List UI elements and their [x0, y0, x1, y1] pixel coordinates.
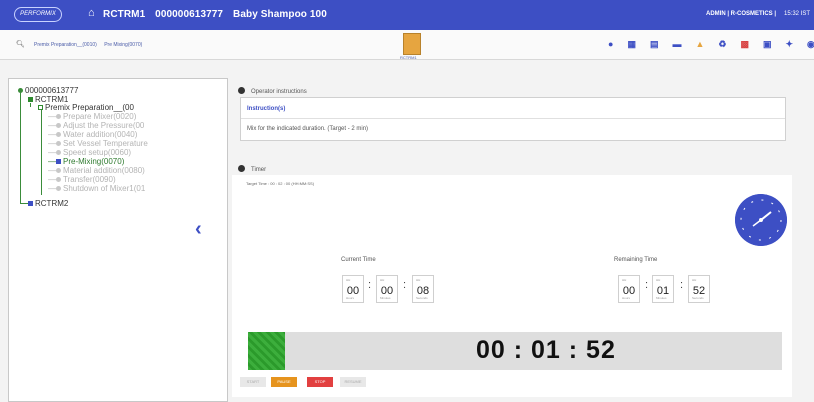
current-minutes: HH 00 Minutes	[376, 275, 398, 303]
tree-step-active[interactable]: — Pre-Mixing(0070)	[48, 157, 124, 166]
breadcrumb-phase[interactable]: Premix Preparation__(0010)	[34, 42, 97, 48]
stop-button[interactable]: STOP	[307, 377, 333, 387]
pin-icon[interactable]: ✦	[786, 39, 794, 50]
tree-step-label: Material addition(0080)	[63, 166, 145, 175]
tree-step-label: Adjust the Pressure(00	[63, 121, 145, 130]
tree-step[interactable]: — Material addition(0080)	[48, 166, 145, 175]
operator-section-header[interactable]: Operator instructions	[238, 87, 307, 95]
remaining-seconds: HH 52 Seconds	[688, 275, 710, 303]
title-order: 000000613777	[155, 9, 224, 20]
tree-step-label: Shutdown of Mixer1(01	[63, 184, 146, 193]
tree-step[interactable]: — Transfer(0090)	[48, 175, 116, 184]
home-icon[interactable]: ⌂	[88, 7, 95, 19]
toolbar-icons: ● ▦ ▤ ▬ ▲ ♻ ▩ ▣ ✦ ◉	[608, 39, 814, 50]
card-icon[interactable]: ▬	[672, 39, 681, 50]
current-time-label: Current Time	[341, 257, 376, 263]
timer-section-header[interactable]: Timer	[238, 165, 266, 173]
instruction-divider	[241, 118, 785, 119]
start-icon[interactable]: ●	[608, 39, 613, 50]
search-icon[interactable]: 🔍︎	[16, 40, 25, 48]
progress-fill	[248, 332, 286, 370]
tree-step[interactable]: — Water addition(0040)	[48, 130, 137, 139]
tree-order-label: 000000613777	[25, 86, 79, 95]
document-icon[interactable]: ▤	[650, 39, 659, 50]
start-button[interactable]: START	[240, 377, 266, 387]
current-hours: HH 00 Hours	[342, 275, 364, 303]
top-header: PERFORMIX ⌂ RCTRM1 000000613777 Baby Sha…	[0, 0, 814, 30]
tree-step[interactable]: — Adjust the Pressure(00	[48, 121, 144, 130]
app-logo[interactable]: PERFORMIX	[14, 7, 62, 22]
tree-step-label: Set Vessel Temperature	[63, 139, 148, 148]
tree-step-label: Pre-Mixing(0070)	[63, 157, 125, 166]
instruction-box: Instruction(s) Mix for the indicated dur…	[240, 97, 786, 141]
collapse-dot-icon	[238, 87, 245, 94]
tree-order[interactable]: 000000613777	[18, 86, 78, 95]
tree-step-label: Prepare Mixer(0020)	[63, 112, 137, 121]
title-product: Baby Shampoo 100	[233, 9, 327, 20]
info-icon[interactable]: ◉	[807, 39, 814, 50]
warning-icon[interactable]: ▲	[695, 39, 704, 50]
equipment-button[interactable]	[403, 33, 421, 55]
user-info[interactable]: ADMIN | R-COSMETICS |	[706, 11, 776, 17]
remaining-time-display: 00 : 01 : 52	[476, 336, 616, 364]
tree-step-label: Speed setup(0060)	[63, 148, 132, 157]
tree-phase-label: Premix Preparation__(00	[45, 103, 134, 112]
sidebar-icon[interactable]: ▦	[627, 39, 636, 50]
tree-step-label: Transfer(0090)	[63, 175, 116, 184]
resume-button[interactable]: RESUME	[340, 377, 366, 387]
title-unit: RCTRM1	[103, 9, 146, 20]
tree-step[interactable]: — Prepare Mixer(0020)	[48, 112, 136, 121]
tree-step[interactable]: — Shutdown of Mixer1(01	[48, 184, 145, 193]
secondary-toolbar: 🔍︎ Premix Preparation__(0010) Pre Mixing…	[0, 30, 814, 60]
page-title: RCTRM1 000000613777 Baby Shampoo 100	[103, 9, 334, 20]
tree-step-label: Water addition(0040)	[63, 130, 138, 139]
tree-step[interactable]: — Set Vessel Temperature	[48, 139, 148, 148]
tree-unit-label: RCTRM2	[35, 199, 69, 208]
pause-button[interactable]: PAUSE	[271, 377, 297, 387]
copy-icon[interactable]: ▣	[763, 39, 772, 50]
clock-icon	[735, 194, 787, 246]
instruction-text: Mix for the indicated duration. (Target …	[247, 126, 369, 132]
instruction-title: Instruction(s)	[247, 106, 286, 112]
remaining-hours: HH 00 Hours	[618, 275, 640, 303]
breadcrumb: Premix Preparation__(0010) Pre Mixing(00…	[34, 42, 148, 48]
tree-unit-rctrm2[interactable]: RCTRM2	[28, 199, 68, 208]
header-time: 15:32 IST	[784, 11, 811, 17]
person-icon[interactable]: ♻	[718, 39, 726, 50]
remaining-minutes: HH 01 Minutes	[652, 275, 674, 303]
collapse-dot-icon	[238, 165, 245, 172]
remaining-time-label: Remaining Time	[614, 257, 658, 263]
collapse-panel-icon[interactable]: ‹	[195, 218, 202, 241]
tree-phase[interactable]: Premix Preparation__(00	[38, 103, 134, 112]
equipment-label: RCTRM1	[400, 55, 417, 60]
breadcrumb-step[interactable]: Pre Mixing(0070)	[104, 42, 142, 48]
pdf-icon[interactable]: ▩	[740, 39, 749, 50]
timer-section-label: Timer	[251, 167, 267, 173]
operator-section-label: Operator instructions	[251, 89, 307, 95]
target-time: Target Time : 00 : 02 : 00 (HH:MM:SS)	[246, 181, 315, 186]
tree-step[interactable]: — Speed setup(0060)	[48, 148, 131, 157]
current-seconds: HH 08 Seconds	[412, 275, 434, 303]
